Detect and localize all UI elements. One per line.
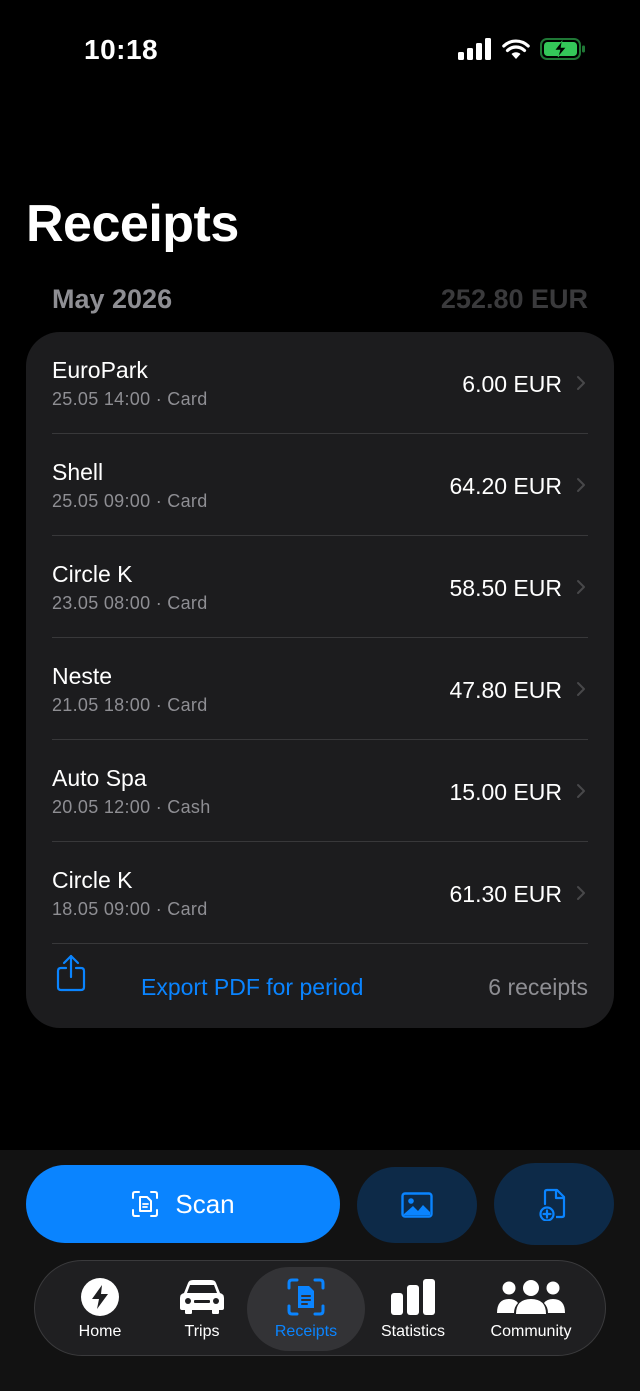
tab-label: Community: [490, 1323, 572, 1340]
receipt-row[interactable]: Neste 21.05 18:00 · Card 47.80 EUR: [52, 638, 588, 740]
bolt-icon: [81, 1278, 119, 1316]
receipt-amount: 61.30 EUR: [449, 881, 562, 907]
receipt-amount: 58.50 EUR: [449, 575, 562, 601]
tab-home[interactable]: Home: [55, 1261, 145, 1357]
receipt-amount: 64.20 EUR: [449, 473, 562, 499]
wifi-icon: [502, 39, 530, 59]
chevron-right-icon: [577, 376, 585, 390]
receipt-amount: 15.00 EUR: [449, 779, 562, 805]
cellular-signal-icon: [458, 38, 491, 60]
receipt-row[interactable]: Shell 25.05 09:00 · Card 64.20 EUR: [52, 434, 588, 536]
receipt-meta: 25.05 14:00 · Card: [52, 389, 208, 409]
chevron-right-icon: [577, 478, 585, 492]
tab-statistics[interactable]: Statistics: [369, 1261, 457, 1357]
receipt-row[interactable]: Auto Spa 20.05 12:00 · Cash 15.00 EUR: [52, 740, 588, 842]
scan-button[interactable]: Scan: [26, 1165, 340, 1243]
receipt-merchant: Circle K: [52, 867, 133, 893]
receipt-merchant: EuroPark: [52, 357, 148, 383]
receipt-count: 6 receipts: [488, 974, 588, 1000]
receipt-meta: 25.05 09:00 · Card: [52, 491, 208, 511]
tab-community[interactable]: Community: [479, 1261, 583, 1357]
add-file-button[interactable]: [494, 1163, 614, 1245]
receipt-meta: 23.05 08:00 · Card: [52, 593, 208, 613]
tab-label: Trips: [184, 1323, 220, 1340]
page-title: Receipts: [26, 195, 239, 253]
receipt-merchant: Neste: [52, 663, 113, 689]
receipt-row[interactable]: Circle K 23.05 08:00 · Card 58.50 EUR: [52, 536, 588, 638]
tab-label: Statistics: [380, 1323, 445, 1340]
bottom-bar: Scan Home Trips Receipts Statistics Comm…: [0, 1150, 640, 1391]
month-summary: May 2026 252.80 EUR: [52, 284, 588, 315]
receipt-scan-icon: [287, 1278, 325, 1316]
car-icon: [180, 1280, 224, 1314]
chevron-right-icon: [577, 682, 585, 696]
people-icon: [497, 1280, 565, 1314]
month-label: May 2026: [52, 284, 173, 314]
receipt-meta: 20.05 12:00 · Cash: [52, 797, 211, 817]
receipt-meta: 18.05 09:00 · Card: [52, 899, 208, 919]
month-total: 252.80 EUR: [440, 284, 588, 314]
document-scan-icon: [132, 1191, 159, 1217]
receipt-merchant: Circle K: [52, 561, 133, 587]
tab-trips[interactable]: Trips: [157, 1261, 247, 1357]
scan-label: Scan: [175, 1188, 235, 1219]
share-icon[interactable]: [56, 954, 86, 992]
bar-chart-icon: [391, 1279, 435, 1315]
chevron-right-icon: [577, 784, 585, 798]
photo-library-button[interactable]: [357, 1167, 477, 1243]
status-icons: [458, 38, 586, 60]
export-pdf-link[interactable]: Export PDF for period: [141, 974, 363, 1001]
receipt-row[interactable]: Circle K 18.05 09:00 · Card 61.30 EUR: [52, 842, 588, 944]
receipts-list: EuroPark 25.05 14:00 · Card 6.00 EUR She…: [26, 332, 614, 1028]
receipt-meta: 21.05 18:00 · Card: [52, 695, 208, 715]
chevron-right-icon: [577, 886, 585, 900]
chevron-right-icon: [577, 580, 585, 594]
tab-receipts[interactable]: Receipts: [247, 1267, 365, 1351]
image-icon: [401, 1192, 433, 1218]
export-row: Export PDF for period 6 receipts: [52, 946, 588, 1026]
receipt-merchant: Shell: [52, 459, 104, 485]
add-file-icon: [539, 1188, 566, 1221]
status-time: 10:18: [84, 34, 159, 65]
tab-label: Receipts: [274, 1323, 338, 1340]
tab-bar: Home Trips Receipts Statistics Community: [34, 1260, 606, 1356]
receipt-row[interactable]: EuroPark 25.05 14:00 · Card 6.00 EUR: [52, 332, 588, 434]
receipt-amount: 47.80 EUR: [449, 677, 562, 703]
receipt-amount: 6.00 EUR: [462, 371, 562, 397]
receipts-screen: 10:18 Receipts May 2026 252.80 EUR EuroP…: [0, 0, 640, 1391]
receipt-merchant: Auto Spa: [52, 765, 147, 791]
tab-label: Home: [78, 1323, 122, 1340]
battery-charging-icon: [540, 38, 585, 60]
